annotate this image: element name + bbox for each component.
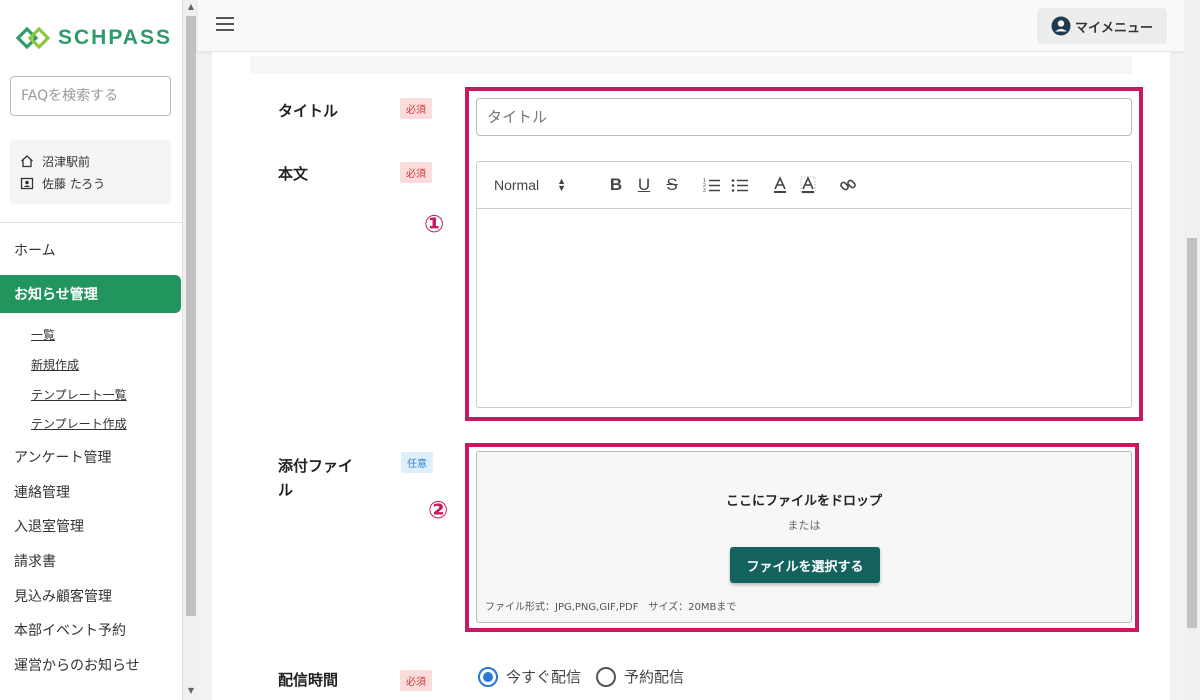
faq-search-input[interactable] (10, 76, 171, 116)
title-label: タイトル (278, 102, 339, 120)
svg-text:3: 3 (703, 188, 706, 193)
updown-icon: ▲ ▼ (557, 176, 567, 193)
attachment-label-line2: ル (278, 481, 294, 499)
id-badge-icon (20, 177, 34, 190)
nav-item-hq-events[interactable]: 本部イベント予約 (14, 620, 126, 640)
dropzone-title: ここにファイルをドロップ (725, 494, 882, 509)
my-menu-button[interactable]: マイメニュー (1037, 8, 1167, 44)
delivery-time-label: 配信時間 (278, 671, 339, 689)
main-scrollbar[interactable] (1184, 0, 1200, 700)
callout-number-1: ① (424, 210, 445, 238)
attachment-label-line1: 添付ファイ (278, 457, 354, 475)
nav-item-ops-notices[interactable]: 運営からのお知らせ (14, 655, 140, 675)
nav-item-notice-management[interactable]: お知らせ管理 (0, 275, 181, 313)
top-bar: マイメニュー (198, 0, 1184, 52)
logo[interactable]: SCHPASS (16, 26, 172, 50)
attachment-label: 添付ファイ ル (278, 454, 353, 502)
nav-item-attendance[interactable]: 入退室管理 (14, 516, 84, 536)
nav-item-contact[interactable]: 連絡管理 (14, 482, 70, 502)
nav-item-invoice[interactable]: 請求書 (14, 551, 56, 571)
user-name: 佐藤 たろう (42, 176, 106, 191)
sidebar-scroll-thumb[interactable] (186, 16, 196, 616)
link-icon[interactable] (834, 173, 862, 197)
radio-send-now[interactable]: 今すぐ配信 (478, 666, 581, 687)
radio-selected-icon[interactable] (478, 666, 498, 687)
required-badge: 必須 (400, 162, 432, 183)
sub-item-list[interactable]: 一覧 (31, 326, 55, 343)
sidebar: SCHPASS 沼津駅前 佐藤 たろう ホーム お知らせ管理 一覧 新規作成 テ… (0, 0, 182, 700)
scheduled-label: 予約配信 (624, 668, 685, 686)
editor-toolbar: Normal ▲ ▼ B U S 123 (477, 162, 1131, 209)
nav-item-home[interactable]: ホーム (14, 240, 56, 260)
bullet-list-icon[interactable] (726, 173, 754, 197)
sub-item-template-list[interactable]: テンプレート一覧 (31, 386, 127, 403)
nav-item-prospects[interactable]: 見込み顧客管理 (14, 586, 112, 606)
rich-text-editor: Normal ▲ ▼ B U S 123 (476, 161, 1132, 408)
menu-icon[interactable] (216, 17, 234, 33)
editor-body[interactable] (477, 209, 1131, 407)
sub-item-new[interactable]: 新規作成 (31, 356, 79, 373)
account-circle-icon (1051, 16, 1071, 36)
title-input[interactable] (476, 98, 1132, 136)
file-dropzone[interactable]: ここにファイルをドロップ または ファイルを選択する ファイル形式：JPG,PN… (476, 451, 1132, 623)
text-color-icon[interactable] (766, 173, 794, 197)
format-select[interactable]: Normal ▲ ▼ (494, 176, 590, 194)
radio-unselected-icon[interactable] (596, 666, 616, 687)
callout-number-2: ② (428, 496, 449, 524)
ordered-list-icon[interactable]: 123 (698, 173, 726, 197)
main-scroll-thumb[interactable] (1187, 238, 1197, 628)
dropzone-or: または (787, 519, 821, 532)
my-menu-label: マイメニュー (1074, 20, 1153, 36)
select-file-button[interactable]: ファイルを選択する (730, 547, 880, 583)
required-badge: 必須 (400, 670, 432, 691)
scroll-down-arrow[interactable]: ▼ (183, 684, 199, 698)
schpass-logo-icon (16, 26, 51, 50)
nav-item-survey[interactable]: アンケート管理 (14, 447, 111, 467)
file-format-note: ファイル形式：JPG,PNG,GIF,PDF サイズ：20MBまで (485, 602, 737, 613)
scroll-up-arrow[interactable]: ▲ (183, 0, 199, 14)
background-color-icon[interactable] (794, 173, 822, 197)
user-info-box: 沼津駅前 佐藤 たろう (10, 140, 171, 204)
radio-scheduled[interactable]: 予約配信 (596, 666, 684, 687)
format-select-value: Normal (494, 177, 540, 193)
sidebar-scrollbar[interactable]: ▲ ▼ (182, 0, 198, 700)
nav-divider (0, 222, 182, 223)
strikethrough-icon[interactable]: S (658, 173, 686, 197)
home-icon (21, 155, 33, 168)
sub-item-template-create[interactable]: テンプレート作成 (31, 415, 127, 432)
underline-icon[interactable]: U (630, 173, 658, 197)
required-badge: 必須 (400, 98, 432, 119)
body-label: 本文 (278, 165, 309, 183)
bold-icon[interactable]: B (602, 173, 630, 197)
card-header-strip (250, 56, 1132, 74)
logo-text: SCHPASS (58, 26, 172, 49)
send-now-label: 今すぐ配信 (506, 668, 582, 686)
optional-badge: 任意 (401, 452, 433, 473)
school-name: 沼津駅前 (42, 154, 91, 169)
